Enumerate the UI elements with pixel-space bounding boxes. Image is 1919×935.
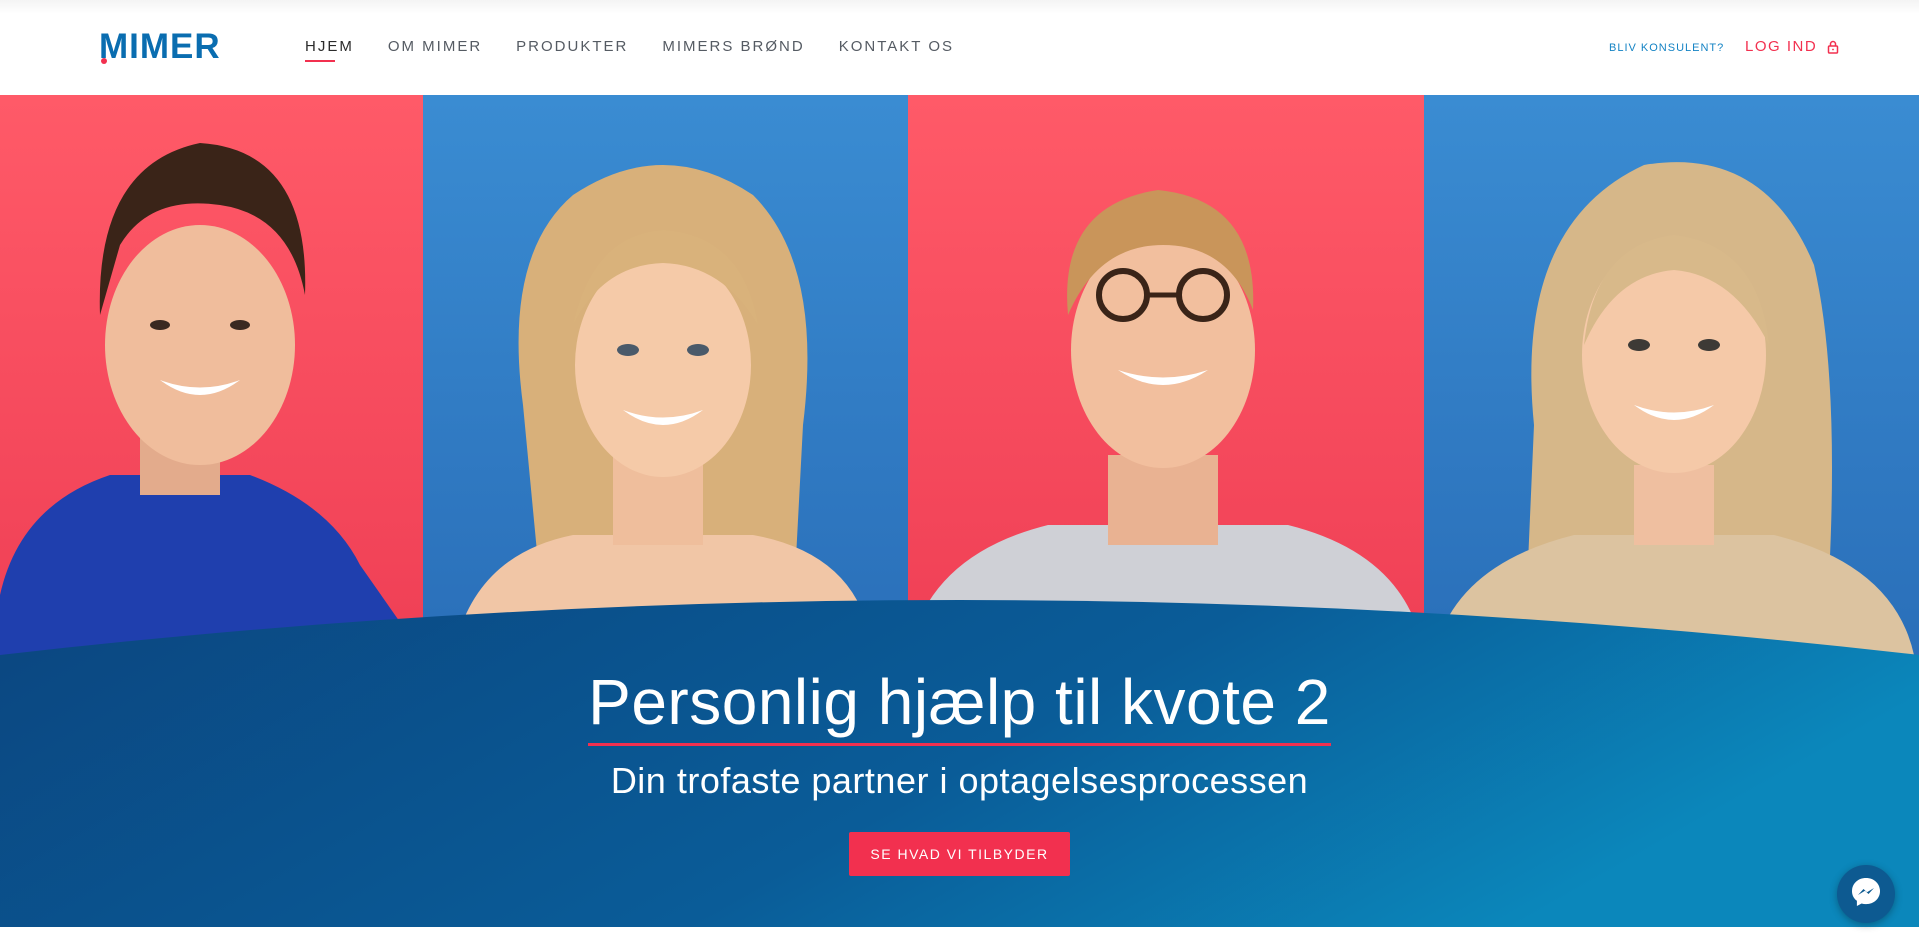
messenger-chat-button[interactable] (1837, 865, 1895, 923)
logo-dot (101, 58, 107, 64)
hero-title: Personlig hjælp til kvote 2 (588, 665, 1331, 746)
nav-item-kontakt-os[interactable]: KONTAKT OS (839, 38, 954, 55)
messenger-icon (1849, 875, 1883, 914)
hero-section: Personlig hjælp til kvote 2 Din trofaste… (0, 95, 1919, 927)
main-nav: HJEM OM MIMER PRODUKTER MIMERS BRØND KON… (305, 38, 988, 62)
nav-item-mimers-brond[interactable]: MIMERS BRØND (662, 38, 804, 55)
nav-item-produkter[interactable]: PRODUKTER (516, 38, 628, 55)
see-offerings-button[interactable]: SE HVAD VI TILBYDER (849, 832, 1070, 876)
login-label: LOG IND (1745, 38, 1818, 55)
lock-icon (1827, 40, 1839, 54)
hero-subtitle: Din trofaste partner i optagelsesprocess… (610, 760, 1309, 801)
nav-item-om-mimer[interactable]: OM MIMER (388, 38, 482, 55)
mimer-logo[interactable]: MIMER (99, 27, 221, 66)
login-link[interactable]: LOG IND (1745, 38, 1839, 55)
become-consultant-link[interactable]: BLIV KONSULENT? (1609, 42, 1724, 54)
hero-content: Personlig hjælp til kvote 2 Din trofaste… (0, 665, 1919, 876)
site-header: MIMER HJEM OM MIMER PRODUKTER MIMERS BRØ… (0, 0, 1919, 96)
logo-text: MIMER (99, 27, 221, 66)
nav-item-hjem[interactable]: HJEM (305, 38, 354, 62)
